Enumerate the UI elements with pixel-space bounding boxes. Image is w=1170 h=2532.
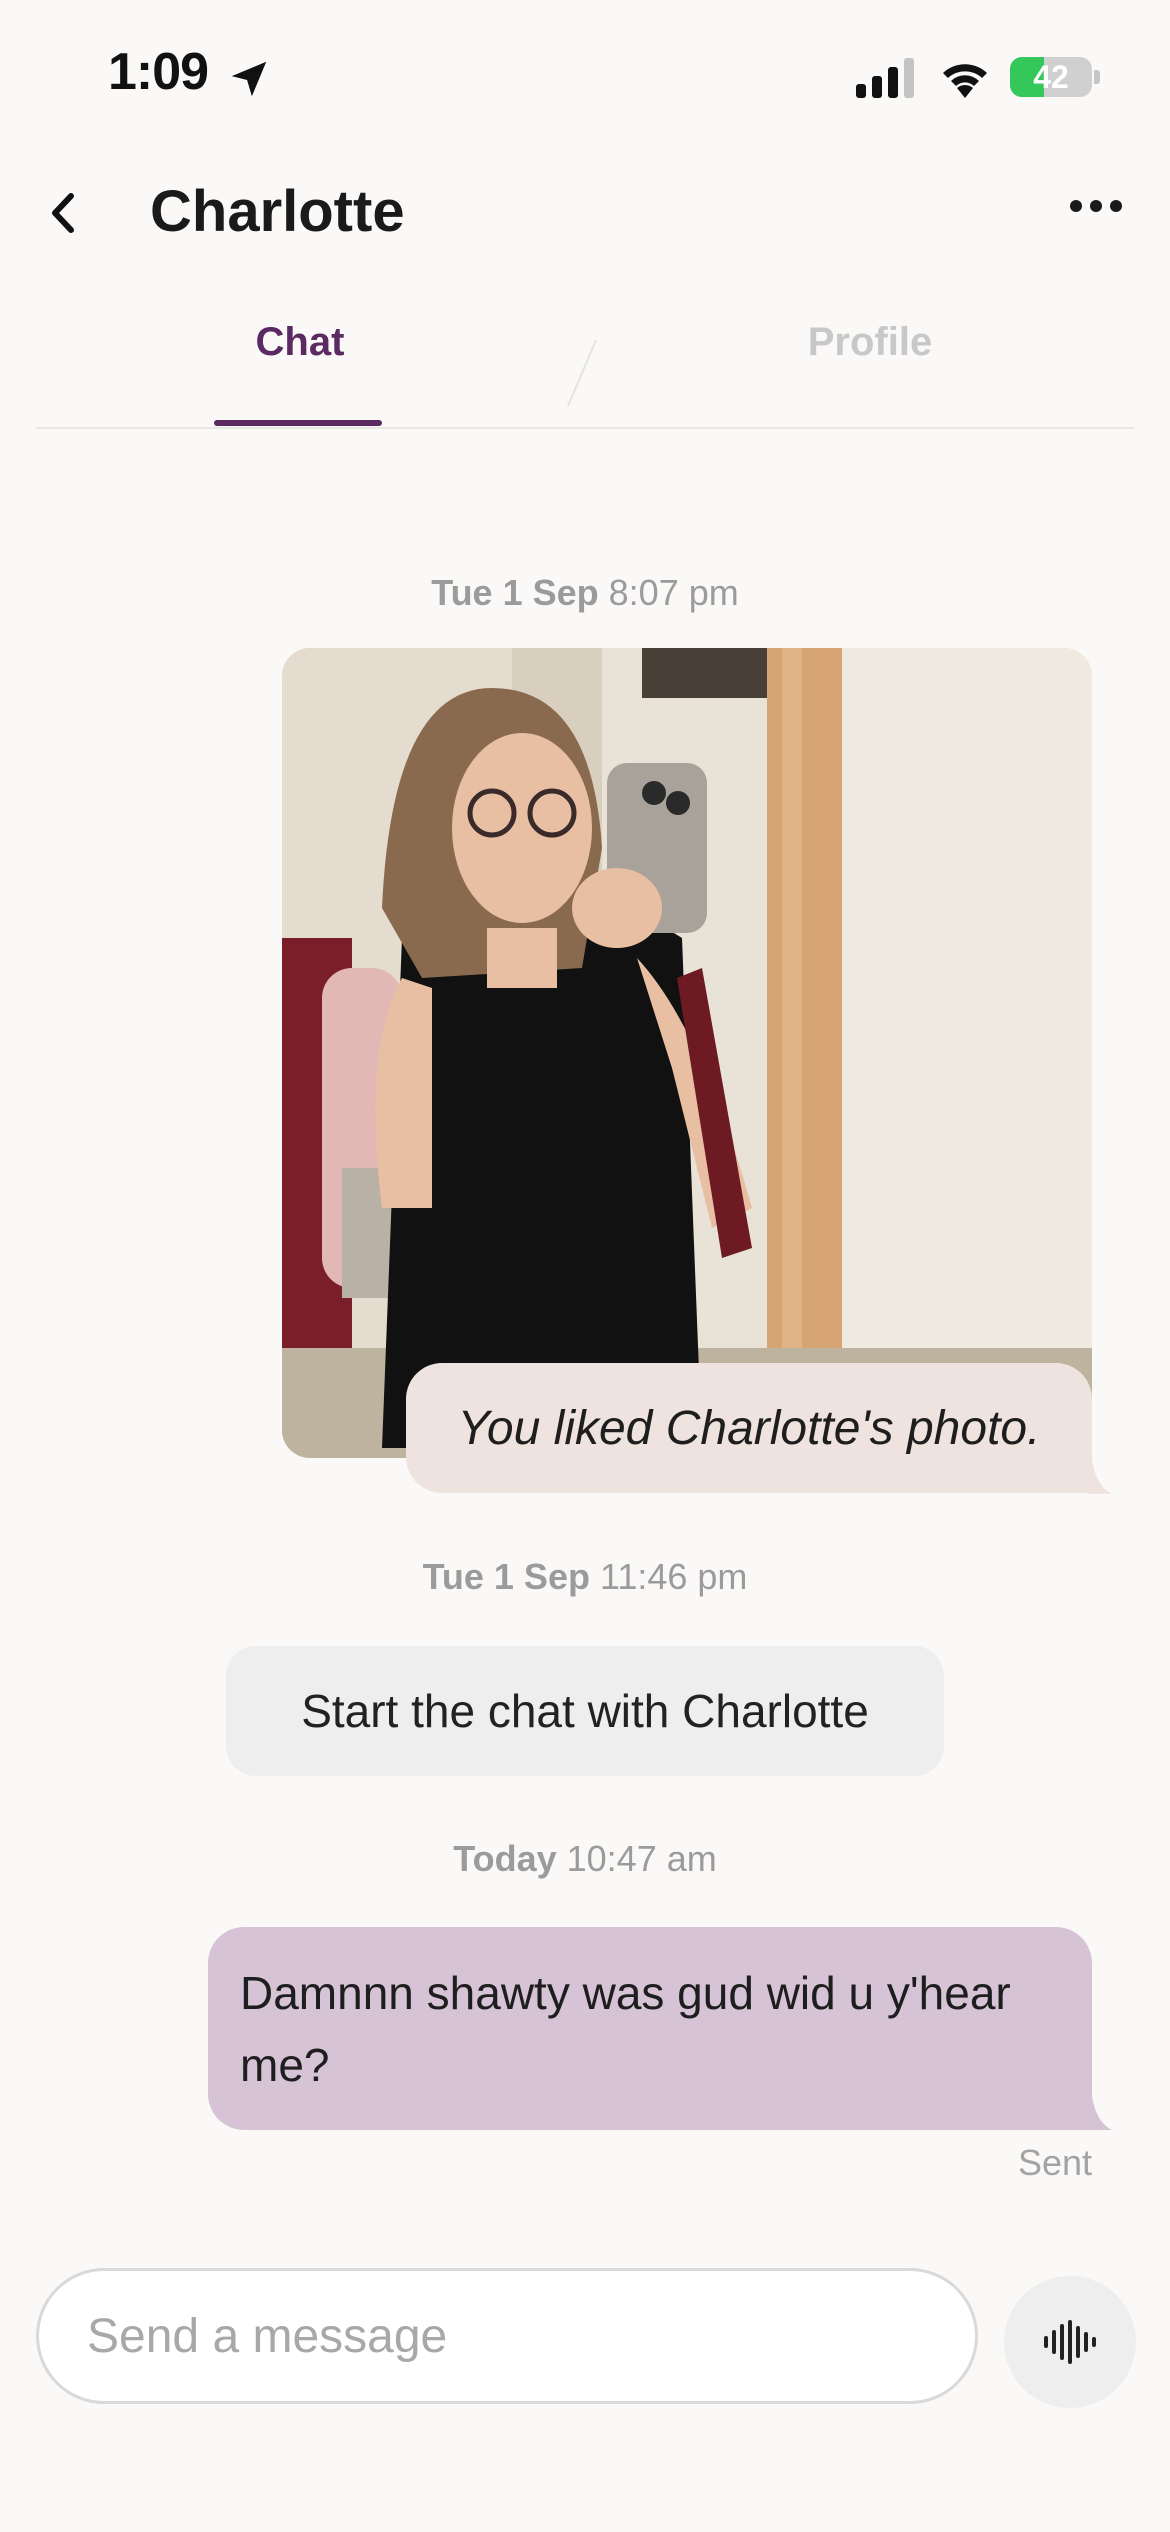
outgoing-message[interactable]: Damnnn shawty was gud wid u y'hear me? [208, 1927, 1092, 2130]
timestamp-time: 8:07 pm [608, 572, 739, 613]
tab-profile[interactable]: Profile [710, 320, 1030, 365]
timestamp-time: 11:46 pm [599, 1556, 748, 1597]
status-time: 1:09 [108, 43, 209, 101]
location-arrow-icon [231, 61, 267, 97]
timestamp-time: 10:47 am [566, 1838, 717, 1879]
more-options-button[interactable] [1060, 186, 1132, 226]
bubble-tail [1088, 2096, 1112, 2130]
tab-divider [567, 339, 597, 407]
message-composer[interactable] [36, 2268, 978, 2404]
message-timestamp: Tue 1 Sep 8:07 pm [0, 572, 1170, 614]
conversation-title: Charlotte [150, 179, 405, 244]
message-input[interactable] [87, 2308, 975, 2364]
timestamp-day: Tue 1 Sep [431, 572, 599, 613]
timestamp-day: Tue 1 Sep [422, 1556, 590, 1597]
battery-nub [1094, 70, 1100, 84]
delivery-status: Sent [1017, 2142, 1092, 2183]
tab-bar-divider [36, 427, 1134, 429]
battery-charging-icon: 42 [1010, 57, 1092, 97]
message-timestamp: Tue 1 Sep 11:46 pm [0, 1556, 1170, 1598]
tab-chat[interactable]: Chat [140, 320, 460, 365]
back-button[interactable] [30, 180, 96, 246]
active-tab-indicator [214, 420, 382, 426]
cellular-signal-icon [856, 58, 914, 98]
battery-level-text: 42 [1033, 59, 1069, 95]
chevron-left-icon [52, 193, 74, 233]
timestamp-day: Today [453, 1838, 557, 1879]
start-chat-prompt: Start the chat with Charlotte [226, 1646, 944, 1776]
wifi-icon [943, 64, 987, 98]
more-horizontal-icon [1070, 200, 1082, 212]
audio-waveform-icon [1044, 2320, 1096, 2364]
liked-photo-notice: You liked Charlotte's photo. [406, 1363, 1092, 1493]
liked-photo[interactable] [282, 648, 1092, 1458]
bubble-tail [1088, 1460, 1112, 1494]
voice-message-button[interactable] [1004, 2276, 1136, 2408]
message-timestamp: Today 10:47 am [0, 1838, 1170, 1880]
